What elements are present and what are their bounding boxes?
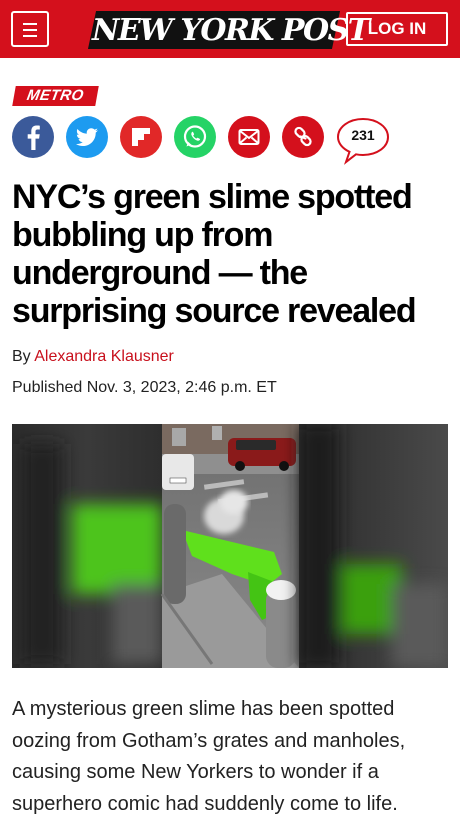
logo-text: NEW YORK POST xyxy=(92,13,370,48)
menu-bar xyxy=(23,23,37,25)
comments-button[interactable]: 231 xyxy=(334,116,392,165)
twitter-icon[interactable] xyxy=(66,116,108,158)
byline-prefix: By xyxy=(12,348,31,365)
article-headline: NYC’s green slime spotted bubbling up fr… xyxy=(12,178,417,330)
facebook-icon[interactable] xyxy=(12,116,54,158)
site-header: NEW YORK POST LOG IN xyxy=(0,0,460,58)
hamburger-menu-icon[interactable] xyxy=(11,11,49,47)
comment-count: 231 xyxy=(351,127,375,143)
menu-bar xyxy=(23,35,37,37)
section-tag[interactable]: METRO xyxy=(12,86,99,106)
whatsapp-icon[interactable] xyxy=(174,116,216,158)
author-link[interactable]: Alexandra Klausner xyxy=(34,348,174,365)
share-bar: 231 xyxy=(12,116,412,165)
login-button[interactable]: LOG IN xyxy=(346,12,448,46)
hero-image[interactable] xyxy=(12,424,448,668)
published-date: Published Nov. 3, 2023, 2:46 p.m. ET xyxy=(12,379,277,396)
menu-bar xyxy=(23,29,37,31)
link-icon[interactable] xyxy=(282,116,324,158)
email-icon[interactable] xyxy=(228,116,270,158)
flipboard-icon[interactable] xyxy=(120,116,162,158)
byline: By Alexandra Klausner xyxy=(12,348,174,366)
lead-paragraph: A mysterious green slime has been spotte… xyxy=(12,698,406,815)
site-logo[interactable]: NEW YORK POST xyxy=(87,7,370,51)
